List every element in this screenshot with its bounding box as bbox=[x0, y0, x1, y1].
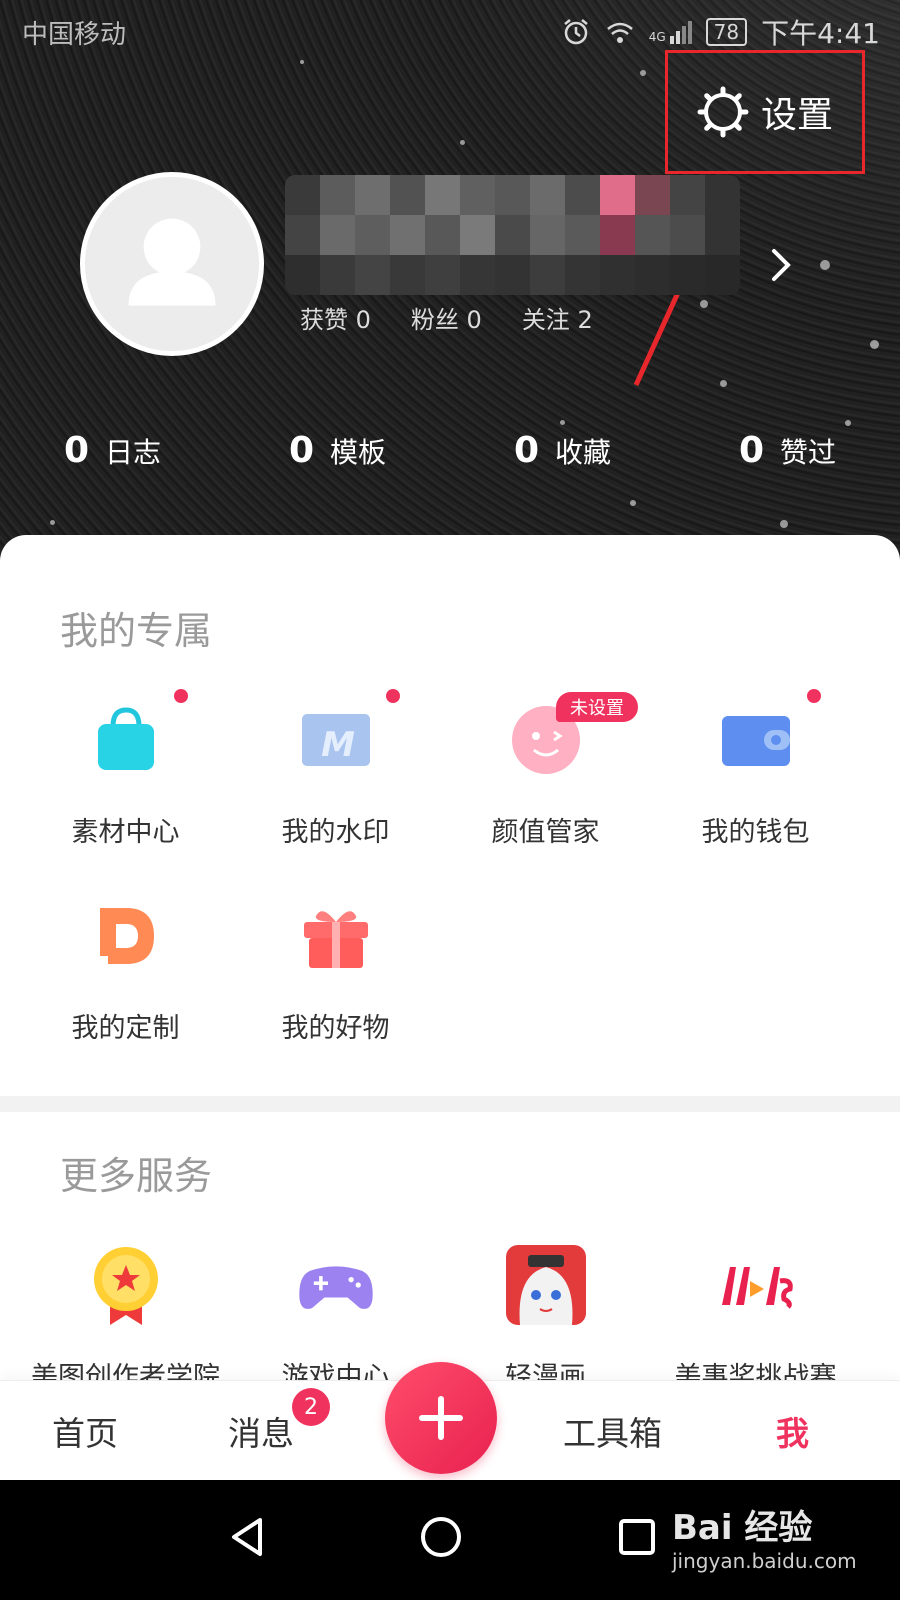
user-icon bbox=[85, 177, 259, 351]
wifi-icon bbox=[606, 22, 633, 43]
count-label: 模板 bbox=[330, 435, 387, 469]
gear-icon bbox=[697, 86, 749, 138]
baidu-watermark: Bai 经验 jingyan.baidu.com bbox=[672, 1500, 857, 1573]
new-dot bbox=[386, 689, 400, 703]
grid-item-label: 我的好物 bbox=[281, 1013, 390, 1044]
carrier-label: 中国移动 bbox=[22, 20, 127, 50]
home-icon[interactable] bbox=[416, 1512, 466, 1562]
count-label: 日志 bbox=[105, 435, 162, 469]
gamepad-icon bbox=[298, 1266, 373, 1309]
avatar[interactable] bbox=[80, 172, 264, 356]
count-label: 收藏 bbox=[555, 435, 612, 469]
new-dot bbox=[807, 689, 821, 703]
medal-icon bbox=[93, 1247, 158, 1325]
grid-item-label: 我的定制 bbox=[71, 1013, 180, 1044]
likes-count[interactable]: 获赞 0 bbox=[300, 300, 371, 335]
message-count-badge: 2 bbox=[292, 1388, 330, 1426]
count-templates[interactable]: 0 模板 bbox=[225, 430, 450, 471]
count-number: 0 bbox=[63, 430, 90, 471]
grid-item-material-center[interactable]: 素材中心 bbox=[18, 700, 233, 880]
section-title-exclusive: 我的专属 bbox=[60, 609, 213, 653]
challenge-icon bbox=[721, 1267, 793, 1309]
custom-d-icon bbox=[99, 908, 154, 964]
status-icons: 4G 78 下午4:41 bbox=[561, 12, 880, 52]
back-icon[interactable] bbox=[222, 1512, 272, 1562]
nav-me[interactable]: 我 bbox=[776, 1407, 809, 1455]
grid-item-label: 素材中心 bbox=[71, 817, 180, 848]
new-dot bbox=[174, 689, 188, 703]
watermark-url: jingyan.baidu.com bbox=[672, 1549, 857, 1573]
grid-item-label: 颜值管家 bbox=[491, 817, 600, 848]
svg-text:M: M bbox=[321, 725, 355, 765]
unset-badge: 未设置 bbox=[556, 692, 638, 722]
count-logs[interactable]: 0 日志 bbox=[0, 430, 225, 471]
signal-icon: 4G bbox=[648, 20, 692, 44]
grid-item-customize[interactable]: 我的定制 bbox=[18, 896, 233, 1076]
settings-button[interactable]: 设置 bbox=[665, 50, 865, 174]
nav-toolbox[interactable]: 工具箱 bbox=[563, 1407, 662, 1455]
counts-row: 0 日志 0 模板 0 收藏 0 赞过 bbox=[0, 430, 900, 471]
recents-icon[interactable] bbox=[612, 1512, 662, 1562]
section-divider bbox=[0, 1096, 900, 1112]
grid-item-label: 我的水印 bbox=[281, 817, 390, 848]
count-number: 0 bbox=[513, 430, 540, 471]
count-favorites[interactable]: 0 收藏 bbox=[450, 430, 675, 471]
section-title-services: 更多服务 bbox=[60, 1154, 213, 1198]
alarm-icon bbox=[563, 19, 588, 45]
count-number: 0 bbox=[738, 430, 765, 471]
comic-icon bbox=[505, 1245, 586, 1325]
grid-item-wallet[interactable]: 我的钱包 bbox=[648, 700, 863, 880]
fans-count[interactable]: 粉丝 0 bbox=[411, 300, 482, 335]
gift-icon bbox=[303, 911, 368, 968]
battery-indicator: 78 bbox=[705, 18, 748, 46]
wallet-icon bbox=[721, 716, 790, 766]
nav-messages[interactable]: 消息 bbox=[228, 1407, 294, 1455]
grid-item-label: 我的钱包 bbox=[701, 817, 810, 848]
count-liked[interactable]: 0 赞过 bbox=[675, 430, 900, 471]
shopping-bag-icon bbox=[97, 707, 154, 770]
plus-icon bbox=[419, 1396, 463, 1440]
count-label: 赞过 bbox=[780, 435, 837, 469]
following-count[interactable]: 关注 2 bbox=[522, 300, 593, 335]
nav-home[interactable]: 首页 bbox=[52, 1407, 118, 1455]
count-number: 0 bbox=[288, 430, 315, 471]
watermark-title: Bai 经验 bbox=[672, 1508, 813, 1548]
settings-label: 设置 bbox=[760, 95, 833, 136]
grid-item-goods[interactable]: 我的好物 bbox=[228, 896, 443, 1076]
grid-item-face-manager[interactable]: 颜值管家 bbox=[438, 700, 653, 880]
grid-item-watermark[interactable]: M 我的水印 bbox=[228, 700, 443, 880]
create-button[interactable] bbox=[385, 1362, 497, 1474]
clock: 下午4:41 bbox=[761, 17, 880, 50]
signal-label: 4G bbox=[648, 29, 666, 44]
watermark-icon: M bbox=[301, 714, 370, 766]
profile-stats: 获赞 0 粉丝 0 关注 2 bbox=[300, 300, 593, 335]
chevron-right-icon[interactable] bbox=[766, 243, 796, 287]
username-blurred bbox=[285, 175, 740, 295]
